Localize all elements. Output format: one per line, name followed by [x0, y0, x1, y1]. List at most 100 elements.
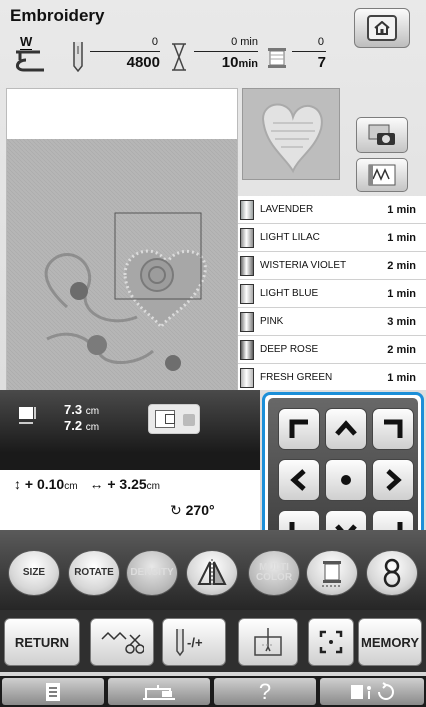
document-icon — [46, 682, 60, 701]
camera-button[interactable] — [356, 117, 408, 153]
stitch-divider — [90, 51, 160, 52]
eco-mode-icon — [351, 681, 394, 700]
thread-color-name: LIGHT LILAC — [260, 231, 320, 243]
thread-color-time: 1 min — [387, 203, 416, 216]
tab-info[interactable] — [2, 678, 104, 705]
thread-color-row[interactable]: FRESH GREEN 1 min — [238, 364, 426, 390]
border-icon — [383, 558, 401, 588]
arrow-up-icon — [335, 420, 357, 436]
thread-swatch-icon — [240, 255, 254, 276]
size-height: 7.2 cm — [64, 418, 99, 433]
position-readout: ↕ + 0.10cm ↔ + 3.25cm — [14, 476, 160, 492]
rotate-icon: ↻ — [170, 502, 182, 518]
embroidery-pattern-image — [7, 139, 237, 391]
needle-position-icon — [254, 628, 282, 656]
thread-color-row[interactable]: LAVENDER 1 min — [238, 196, 426, 224]
multi-color-button[interactable]: MULTI COLOR — [248, 550, 300, 596]
needle-tension-icon: -/+ — [176, 629, 203, 657]
arrow-right-icon — [386, 469, 402, 491]
move-left-button[interactable] — [278, 459, 320, 501]
thread-color-icon — [322, 561, 342, 587]
rotate-button[interactable]: ROTATE — [68, 550, 120, 596]
move-center-button[interactable] — [325, 459, 367, 501]
thread-swatch-icon — [240, 199, 254, 220]
thread-color-name: DEEP ROSE — [260, 343, 319, 355]
arrow-up-right-icon — [384, 419, 403, 438]
size-icon — [19, 407, 36, 424]
tension-button[interactable]: -/+ — [162, 618, 226, 666]
hourglass-icon — [172, 43, 186, 71]
camera-icon — [368, 124, 395, 145]
thread-color-name: LIGHT BLUE — [260, 287, 319, 299]
page-title: Embroidery — [10, 6, 105, 25]
thread-swatch-icon — [240, 311, 254, 332]
thread-color-name: LAVENDER — [260, 203, 314, 215]
home-icon — [367, 15, 397, 41]
thread-swatch-icon — [240, 227, 254, 248]
thread-color-time: 1 min — [387, 287, 416, 300]
memory-button[interactable]: MEMORY — [358, 618, 422, 666]
needle-position-button[interactable] — [238, 618, 298, 666]
stitch-simulator-button[interactable] — [356, 158, 408, 192]
stitch-stats: W 0 4800 0 min 10min 0 7 — [12, 34, 346, 74]
tab-eco[interactable] — [320, 678, 424, 705]
tab-settings[interactable] — [108, 678, 210, 705]
size-width-unit: cm — [85, 406, 100, 417]
stitch-total: 4800 — [126, 54, 160, 71]
thread-color-name: WISTERIA VIOLET — [260, 259, 347, 271]
move-right-button[interactable] — [372, 459, 414, 501]
heart-thumbnail-image — [243, 89, 339, 179]
pattern-preview — [6, 88, 238, 391]
time-divider — [194, 51, 258, 52]
rotation-angle-value: 270° — [185, 502, 215, 518]
center-dot-icon — [341, 475, 351, 485]
jump-stitch-trim-icon — [101, 631, 144, 654]
tab-help[interactable]: ? — [214, 678, 316, 705]
rotation-angle: ↻ 270° — [170, 502, 215, 519]
vertical-unit: cm — [64, 481, 78, 492]
time-current-unit: min — [240, 36, 258, 48]
size-button[interactable]: SIZE — [8, 550, 60, 596]
thread-color-list[interactable]: LAVENDER 1 min LIGHT LILAC 1 min WISTERIA VI… — [238, 196, 426, 390]
time-current-group: 0 min — [192, 36, 258, 48]
pattern-thumbnail — [242, 88, 340, 180]
mirror-button[interactable] — [186, 550, 238, 596]
home-button[interactable] — [354, 8, 410, 48]
thread-color-row[interactable]: LIGHT LILAC 1 min — [238, 224, 426, 252]
fabric-area — [7, 139, 237, 391]
trial-button[interactable] — [308, 618, 354, 666]
thread-color-time: 3 min — [387, 315, 416, 328]
sewing-machine-icon — [143, 684, 175, 700]
size-height-unit: cm — [85, 422, 100, 433]
color-total: 7 — [317, 54, 326, 71]
move-up-button[interactable] — [325, 408, 367, 450]
thread-color-row[interactable]: PINK 3 min — [238, 308, 426, 336]
size-width-value: 7.3 — [64, 402, 83, 417]
horizontal-move-icon: ↔ — [89, 476, 104, 492]
time-total-group: 10min — [188, 54, 258, 71]
thread-color-button[interactable] — [306, 550, 358, 596]
thread-color-row[interactable]: WISTERIA VIOLET 2 min — [238, 252, 426, 280]
thread-color-name: FRESH GREEN — [260, 371, 333, 383]
vertical-offset: + 0.10 — [24, 476, 65, 492]
return-button[interactable]: RETURN — [4, 618, 80, 666]
thread-color-time: 1 min — [387, 231, 416, 244]
mirror-icon — [197, 559, 227, 587]
horizontal-offset: + 3.25 — [107, 476, 147, 492]
embroidery-screen: Embroidery W 0 4800 0 min 10min 0 7 LAVE… — [0, 0, 426, 707]
needle-icon — [73, 42, 83, 72]
move-up-left-button[interactable] — [278, 408, 320, 450]
jump-stitch-trim-button[interactable] — [90, 618, 154, 666]
thread-color-row[interactable]: LIGHT BLUE 1 min — [238, 280, 426, 308]
time-current: 0 — [231, 36, 238, 48]
arrow-up-left-icon — [289, 419, 308, 438]
thread-spool-icon — [268, 48, 286, 68]
horizontal-unit: cm — [146, 481, 161, 492]
size-width: 7.3 cm — [64, 402, 99, 417]
thread-color-row[interactable]: DEEP ROSE 2 min — [238, 336, 426, 364]
border-button[interactable] — [366, 550, 418, 596]
density-button[interactable]: DENSITY — [126, 550, 178, 596]
move-up-right-button[interactable] — [372, 408, 414, 450]
thread-swatch-icon — [240, 283, 254, 304]
thread-swatch-icon — [240, 367, 254, 388]
